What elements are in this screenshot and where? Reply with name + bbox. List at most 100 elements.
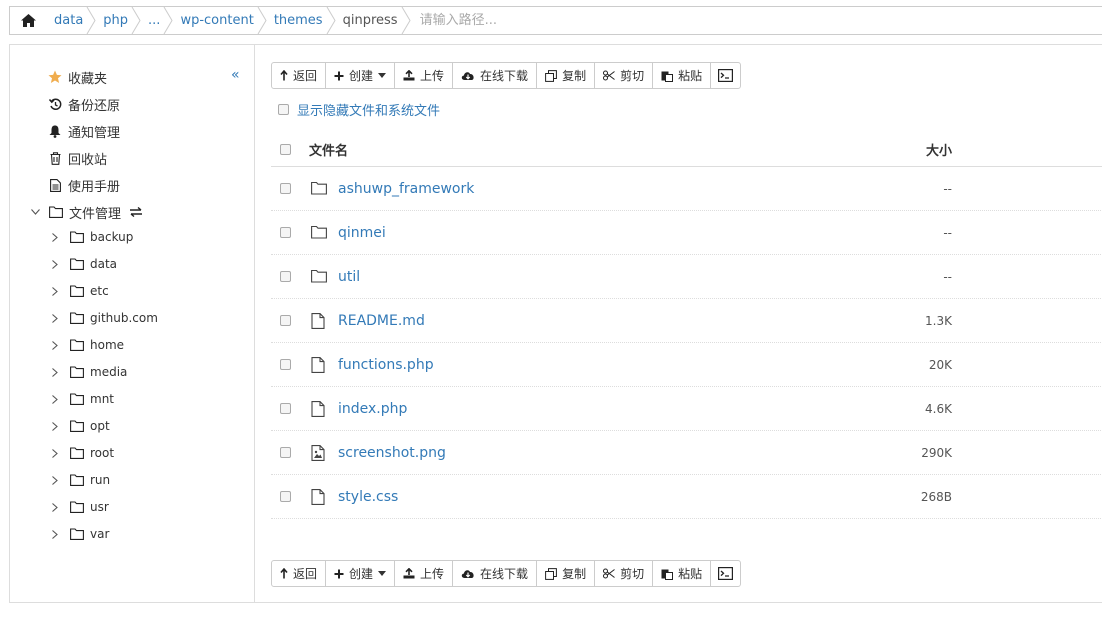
chevron-right-icon[interactable] [50,502,60,512]
row-checkbox[interactable] [280,447,291,458]
paste-button[interactable]: 粘贴 [653,561,712,586]
file-name-link[interactable]: screenshot.png [338,445,446,461]
tree-item[interactable]: data [50,254,117,274]
create-dropdown-button[interactable]: 创建 [326,63,396,88]
back-button[interactable]: 返回 [272,561,327,586]
table-row[interactable]: README.md 1.3K [271,299,1102,343]
tree-item-label: var [90,527,110,541]
file-name-link[interactable]: ashuwp_framework [338,181,474,197]
folder-icon [48,204,64,220]
chevron-right-icon[interactable] [50,232,60,242]
row-checkbox[interactable] [280,491,291,502]
paste-button[interactable]: 粘贴 [653,63,712,88]
tree-item[interactable]: opt [50,416,110,436]
table-row[interactable]: index.php 4.6K [271,387,1102,431]
upload-button[interactable]: 上传 [395,63,454,88]
breadcrumb-item[interactable]: themes [266,7,336,34]
table-row[interactable]: functions.php 20K [271,343,1102,387]
folder-icon [311,225,327,241]
file-name-link[interactable]: qinmei [338,225,386,241]
file-manager-panel: 收藏夹 « 备份还原 通知管理 回收站 使用手册 文件管理 backup data… [9,44,1102,603]
table-row[interactable]: util -- [271,255,1102,299]
online-download-button[interactable]: 在线下载 [453,63,538,88]
home-icon[interactable] [10,7,46,34]
tree-item[interactable]: etc [50,281,109,301]
collapse-sidebar-button[interactable]: « [231,67,240,83]
show-hidden-label: 显示隐藏文件和系统文件 [297,104,441,119]
sync-icon[interactable] [129,207,143,217]
file-name-link[interactable]: functions.php [338,357,434,373]
row-checkbox[interactable] [280,183,291,194]
chevron-right-icon[interactable] [50,259,60,269]
online-download-button[interactable]: 在线下载 [453,561,538,586]
sidebar-item-file-management[interactable]: 文件管理 [30,202,143,222]
chevron-right-icon[interactable] [50,421,60,431]
breadcrumb-item[interactable]: ... [140,7,174,34]
tree-item[interactable]: mnt [50,389,114,409]
file-name-link[interactable]: README.md [338,313,425,329]
create-dropdown-button[interactable]: 创建 [326,561,396,586]
tree-item[interactable]: backup [50,227,133,247]
chevron-right-icon[interactable] [50,313,60,323]
bell-icon [47,123,63,139]
column-header-size[interactable]: 大小 [926,140,952,159]
file-name-link[interactable]: style.css [338,489,398,505]
path-input[interactable] [419,8,720,33]
table-row[interactable]: style.css 268B [271,475,1102,519]
chevron-right-icon[interactable] [50,529,60,539]
table-row[interactable]: qinmei -- [271,211,1102,255]
tree-item[interactable]: media [50,362,127,382]
chevron-right-icon[interactable] [50,367,60,377]
row-checkbox[interactable] [280,359,291,370]
tree-item[interactable]: home [50,335,124,355]
sidebar-item-manual[interactable]: 使用手册 [47,175,120,195]
file-size: 4.6K [925,401,952,416]
chevron-right-icon[interactable] [50,475,60,485]
chevron-down-icon[interactable] [30,207,40,217]
tree-item[interactable]: github.com [50,308,158,328]
show-hidden-checkbox[interactable] [278,104,289,115]
breadcrumb-item[interactable]: php [95,7,141,34]
sidebar-item-recycle-bin[interactable]: 回收站 [47,148,107,168]
sidebar-item-favorites[interactable]: 收藏夹 [47,67,107,87]
back-button[interactable]: 返回 [272,63,327,88]
image-file-icon [311,445,327,461]
tree-item[interactable]: var [50,524,109,544]
sidebar-item-label: 使用手册 [68,179,121,195]
select-all-checkbox[interactable] [280,144,291,155]
file-name-link[interactable]: index.php [338,401,407,417]
tree-item-label: data [90,257,118,271]
copy-button[interactable]: 复制 [537,561,596,586]
file-name-link[interactable]: util [338,269,360,285]
chevron-right-icon[interactable] [50,394,60,404]
tree-item[interactable]: usr [50,497,109,517]
tree-item[interactable]: root [50,443,114,463]
breadcrumb-item[interactable]: wp-content [172,7,267,34]
row-checkbox[interactable] [280,315,291,326]
breadcrumb: data php ... wp-content themes qinpress [9,6,1102,35]
copy-button[interactable]: 复制 [537,63,596,88]
cut-button[interactable]: 剪切 [595,561,654,586]
upload-button[interactable]: 上传 [395,561,454,586]
sidebar-item-backup-restore[interactable]: 备份还原 [47,94,120,114]
terminal-button[interactable] [711,561,740,586]
row-checkbox[interactable] [280,227,291,238]
column-header-name[interactable]: 文件名 [309,140,348,159]
table-row[interactable]: screenshot.png 290K [271,431,1102,475]
row-checkbox[interactable] [280,271,291,282]
show-hidden-option[interactable]: 显示隐藏文件和系统文件 [278,100,440,119]
folder-icon [70,528,84,540]
terminal-button[interactable] [711,63,740,88]
chevron-right-icon[interactable] [50,286,60,296]
sidebar-item-label: 备份还原 [68,98,121,114]
tree-item[interactable]: run [50,470,110,490]
folder-icon [70,420,84,432]
breadcrumb-item[interactable]: data [46,7,96,34]
chevron-right-icon[interactable] [50,340,60,350]
chevron-right-icon[interactable] [50,448,60,458]
file-size: 290K [921,445,952,460]
table-row[interactable]: ashuwp_framework -- [271,167,1102,211]
row-checkbox[interactable] [280,403,291,414]
cut-button[interactable]: 剪切 [595,63,654,88]
sidebar-item-notifications[interactable]: 通知管理 [47,121,120,141]
